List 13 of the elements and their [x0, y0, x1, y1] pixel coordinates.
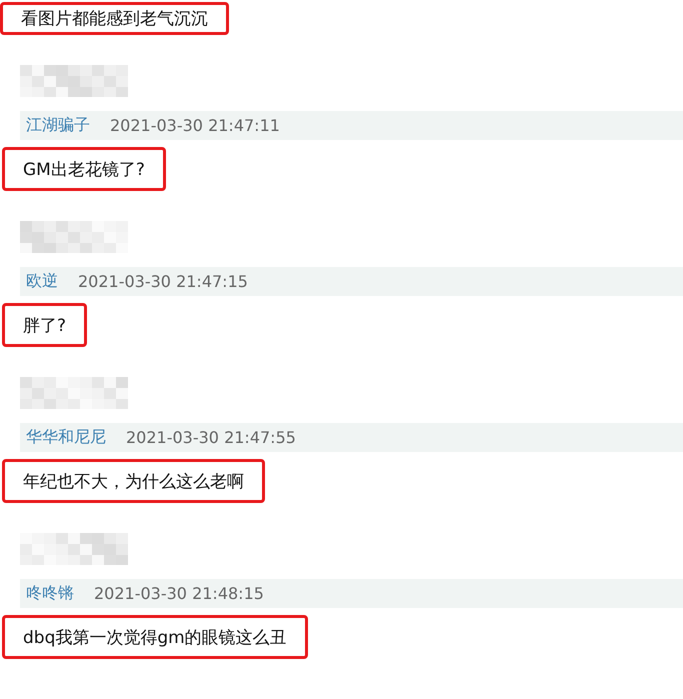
- comment-text: dbq我第一次觉得gm的眼镜这么丑: [2, 615, 308, 659]
- timestamp: 2021-03-30 21:47:11: [110, 116, 280, 135]
- username[interactable]: 欧逆: [26, 271, 58, 292]
- comment-text: 看图片都能感到老气沉沉: [0, 2, 229, 35]
- username[interactable]: 华华和尼尼: [26, 427, 106, 448]
- comment-text: GM出老花镜了?: [2, 147, 166, 191]
- username[interactable]: 江湖骗子: [26, 115, 90, 136]
- comment-text: 胖了?: [2, 303, 88, 347]
- timestamp: 2021-03-30 21:48:15: [94, 584, 264, 603]
- timestamp: 2021-03-30 21:47:55: [126, 428, 296, 447]
- timestamp: 2021-03-30 21:47:15: [78, 272, 248, 291]
- comment-text: 年纪也不大，为什么这么老啊: [2, 459, 265, 503]
- username[interactable]: 咚咚锵: [26, 583, 74, 604]
